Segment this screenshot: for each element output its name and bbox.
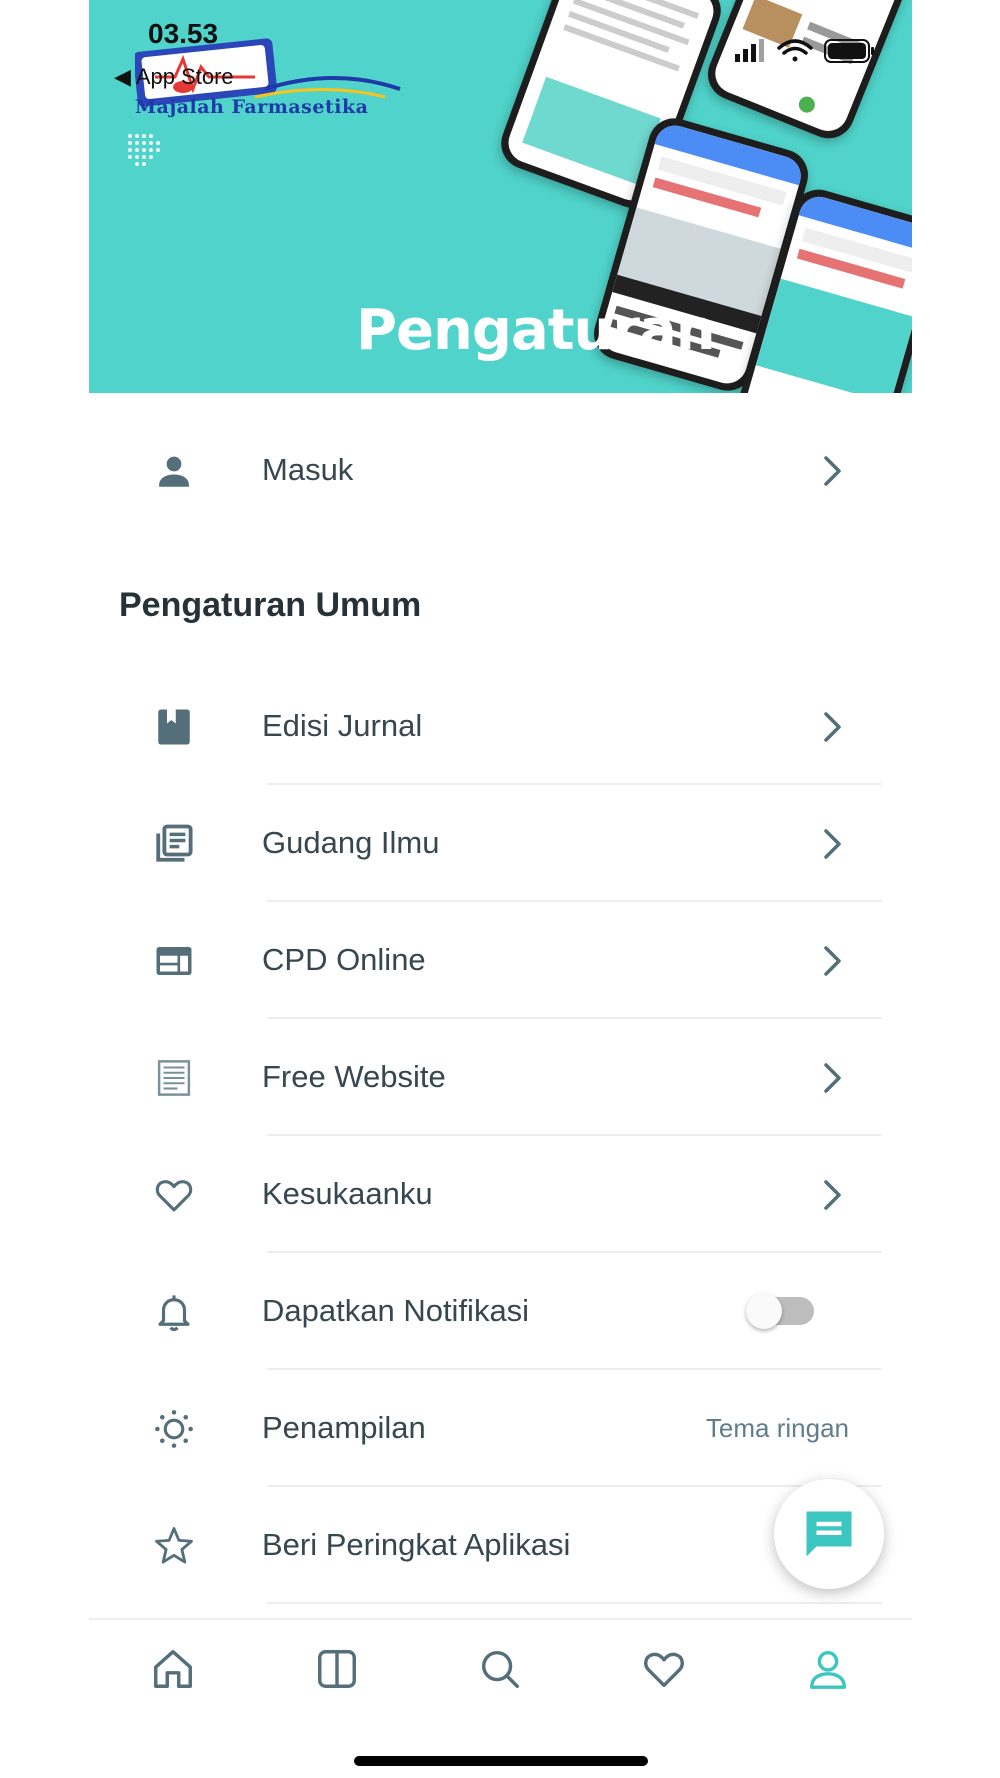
decorative-dots bbox=[128, 134, 160, 166]
home-indicator[interactable] bbox=[354, 1756, 648, 1766]
home-icon[interactable] bbox=[150, 1646, 196, 1692]
book-icon bbox=[158, 709, 190, 745]
login-row[interactable]: Masuk bbox=[89, 412, 912, 529]
header-banner: Majalah Farmasetika Pengaturan 03.53 ◀ A… bbox=[89, 0, 912, 393]
chevron-right-icon bbox=[824, 1180, 841, 1210]
web-icon bbox=[156, 947, 192, 975]
menu-item-label: Dapatkan Notifikasi bbox=[262, 1293, 530, 1328]
menu-item-label: Kesukaanku bbox=[262, 1176, 433, 1211]
menu-item-appearance[interactable]: Penampilan Tema ringan bbox=[89, 1370, 912, 1487]
library-books-icon bbox=[156, 824, 193, 862]
menu-item-free-website[interactable]: Free Website bbox=[89, 1019, 912, 1136]
menu-item-label: Free Website bbox=[262, 1059, 446, 1094]
sun-icon bbox=[155, 1410, 193, 1448]
status-time: 03.53 bbox=[148, 18, 219, 49]
menu-item-notifications: Dapatkan Notifikasi bbox=[89, 1253, 912, 1370]
login-label: Masuk bbox=[262, 452, 354, 487]
menu-item-cpd-online[interactable]: CPD Online bbox=[89, 902, 912, 1019]
battery-icon bbox=[824, 39, 874, 63]
toggle-knob bbox=[746, 1293, 782, 1329]
heart-icon[interactable] bbox=[641, 1646, 687, 1692]
notification-toggle[interactable] bbox=[746, 1293, 814, 1329]
wifi-icon bbox=[777, 39, 813, 62]
menu-item-label: CPD Online bbox=[262, 942, 426, 977]
menu-item-label: Edisi Jurnal bbox=[262, 708, 423, 743]
chat-button[interactable] bbox=[774, 1479, 884, 1589]
person-icon bbox=[159, 456, 189, 487]
chevron-right-icon bbox=[824, 946, 841, 976]
signal-icon bbox=[735, 39, 764, 62]
divider bbox=[267, 1602, 882, 1604]
menu-item-kesukaanku[interactable]: Kesukaanku bbox=[89, 1136, 912, 1253]
chevron-right-icon bbox=[824, 1063, 841, 1093]
menu-item-label: Beri Peringkat Aplikasi bbox=[262, 1527, 571, 1562]
chevron-right-icon bbox=[824, 456, 841, 486]
status-icons bbox=[735, 39, 874, 63]
theme-value: Tema ringan bbox=[705, 1413, 849, 1443]
back-to-app-store[interactable]: ◀ App Store bbox=[114, 64, 234, 90]
phone-mockup bbox=[700, 0, 912, 147]
article-icon bbox=[157, 1060, 191, 1096]
chevron-right-icon bbox=[824, 829, 841, 859]
heart-icon bbox=[155, 1180, 193, 1212]
menu-item-label: Penampilan bbox=[262, 1410, 426, 1445]
chat-icon bbox=[806, 1511, 852, 1557]
menu-item-edisi-jurnal[interactable]: Edisi Jurnal bbox=[89, 668, 912, 785]
logo-text: Majalah Farmasetika bbox=[135, 96, 369, 118]
bottom-nav bbox=[89, 1618, 912, 1720]
menu-item-label: Gudang Ilmu bbox=[262, 825, 440, 860]
section-title-general: Pengaturan Umum bbox=[119, 586, 422, 624]
book-open-icon[interactable] bbox=[314, 1646, 360, 1692]
chevron-right-icon bbox=[824, 712, 841, 742]
star-icon bbox=[155, 1527, 193, 1564]
profile-icon[interactable] bbox=[805, 1646, 851, 1692]
search-icon[interactable] bbox=[477, 1646, 523, 1692]
bell-icon bbox=[158, 1295, 190, 1332]
page-title: Pengaturan bbox=[356, 298, 716, 363]
menu-item-gudang-ilmu[interactable]: Gudang Ilmu bbox=[89, 785, 912, 902]
